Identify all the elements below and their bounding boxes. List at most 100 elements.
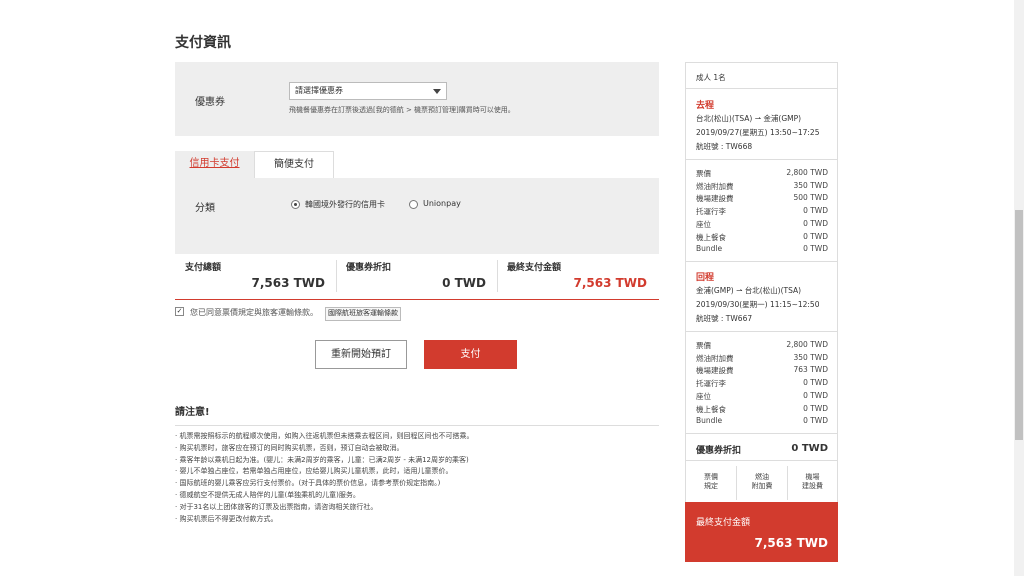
return-fee-label: 票價 — [696, 341, 711, 350]
summary-divider — [497, 260, 498, 292]
tab-easy-pay[interactable]: 簡便支付 — [254, 151, 334, 178]
notice-item: · 德威航空不提供无成人陪伴的儿童(单独乘机的儿童)服务。 — [175, 490, 360, 499]
notice-item: · 机票需按照标示的航程顺次使用，如购入往返机票但未搭乘去程区间，则回程区间也不… — [175, 432, 474, 440]
panel-divider — [686, 460, 837, 461]
panel-coupon-label: 優惠券折扣 — [696, 446, 742, 456]
notice-title: 請注意! — [175, 407, 210, 418]
scrollbar-thumb[interactable] — [1015, 210, 1023, 440]
total-label: 支付總額 — [185, 263, 222, 273]
airport-tax-line2: 建設費 — [802, 482, 823, 490]
restart-booking-button[interactable]: 重新開始預訂 — [315, 340, 407, 369]
summary-underline — [175, 299, 659, 300]
panel-final-value: 7,563 TWD — [754, 536, 828, 550]
outbound-title: 去程 — [696, 101, 715, 111]
return-route: 金浦(GMP) ⇀ 台北(松山)(TSA) — [696, 285, 801, 296]
notice-list: · 机票需按照标示的航程顺次使用，如购入往返机票但未搭乘去程区间，则回程区间也不… — [175, 431, 473, 525]
outbound-fee-value: 0 TWD — [803, 244, 828, 254]
notice-item: · 购买机票时，旅客应在预订的同时购买机票，否则，预订自动会被取消。 — [175, 443, 404, 452]
return-fee-value: 0 TWD — [803, 416, 828, 426]
tab-credit-card[interactable]: 信用卡支付 — [175, 151, 254, 178]
pay-button[interactable]: 支付 — [424, 340, 517, 369]
outbound-fee-value: 500 TWD — [793, 193, 828, 203]
outbound-fee-label: 機場建設費 — [696, 194, 734, 204]
return-fee-label: 機場建設費 — [696, 366, 734, 376]
notice-item: · 婴儿不单独占座位，若需单独占用座位，应给婴儿购买儿童机票，此时，适用儿童票价… — [175, 467, 453, 476]
panel-final-amount — [685, 502, 838, 562]
outbound-to: 金浦(GMP) — [763, 114, 802, 123]
return-fee-label: Bundle — [696, 416, 723, 426]
coupon-discount-value: 0 TWD — [442, 276, 486, 290]
fuel-surcharge-line2: 附加費 — [751, 482, 773, 490]
agree-checkbox[interactable]: ✓ — [175, 307, 184, 316]
outbound-fee-value: 2,800 TWD — [786, 168, 828, 177]
page-title: 支付資訊 — [175, 35, 231, 51]
transport-rules-button[interactable]: 國際航班旅客運輸條款 — [325, 307, 401, 321]
return-fee-label: 燃油附加費 — [696, 353, 734, 363]
outbound-fee-label: 機上餐食 — [696, 232, 726, 242]
return-fee-label: 座位 — [696, 391, 711, 401]
outbound-fee-label: Bundle — [696, 244, 723, 254]
notice-item: · 购买机票后不得更改付款方式。 — [175, 514, 278, 523]
fare-rules-line1: 票價 — [704, 473, 718, 481]
panel-divider — [686, 331, 837, 332]
coupon-note: 飛機餐優惠券在訂票後透過[我的德航 > 機票預訂管理]購買時可以使用。 — [289, 106, 515, 114]
return-fee-value: 0 TWD — [803, 390, 828, 400]
panel-divider — [686, 433, 837, 434]
panel-divider — [686, 261, 837, 262]
tab-easy-pay-label: 簡便支付 — [274, 159, 314, 170]
return-flight: 航班號 : TW667 — [696, 314, 753, 323]
arrow-right-icon: ⇀ — [754, 114, 762, 123]
final-amount-value: 7,563 TWD — [573, 276, 647, 290]
caret-down-icon — [433, 89, 441, 94]
return-from: 金浦(GMP) — [696, 286, 734, 295]
outbound-fee-label: 座位 — [696, 219, 711, 229]
panel-divider — [686, 88, 837, 89]
return-to: 台北(松山)(TSA) — [744, 286, 802, 295]
outbound-fee-label: 燃油附加費 — [696, 181, 734, 191]
return-fee-label: 機上餐食 — [696, 404, 726, 414]
passenger-count: 成人 1名 — [696, 73, 726, 82]
coupon-select-value: 請選擇優惠券 — [295, 86, 343, 95]
method-label: 分類 — [195, 203, 215, 214]
return-fee-value: 0 TWD — [803, 403, 828, 413]
outbound-fee-value: 0 TWD — [803, 206, 828, 216]
return-fee-label: 托運行李 — [696, 379, 726, 389]
panel-final-label: 最終支付金額 — [696, 518, 751, 528]
fuel-surcharge-cell[interactable]: 燃油 附加費 — [737, 473, 787, 491]
coupon-select[interactable]: 請選擇優惠券 — [289, 82, 447, 100]
notice-divider — [175, 425, 659, 426]
outbound-fee-value: 350 TWD — [793, 180, 828, 190]
radio-overseas-card-label[interactable]: 韓國境外發行的信用卡 — [305, 199, 385, 210]
panel-divider — [686, 159, 837, 160]
outbound-fee-label: 托運行李 — [696, 207, 726, 217]
panel-coupon-value: 0 TWD — [791, 443, 828, 454]
outbound-fee-value: 0 TWD — [803, 218, 828, 228]
outbound-flight: 航班號 : TW668 — [696, 142, 753, 151]
outbound-datetime: 2019/09/27(星期五) 13:50~17:25 — [696, 128, 820, 137]
tab-credit-card-label: 信用卡支付 — [189, 158, 240, 169]
notice-item: · 乘客年龄以乘机日起为准。(婴儿：未满2周岁的乘客，儿童：已满2周岁 - 未满… — [175, 455, 469, 464]
arrow-right-icon: ⇀ — [736, 286, 743, 295]
outbound-fee-label: 票價 — [696, 169, 711, 178]
airport-tax-line1: 機場 — [805, 473, 820, 481]
fuel-surcharge-line1: 燃油 — [755, 473, 769, 481]
airport-tax-cell[interactable]: 機場 建設費 — [788, 473, 837, 491]
outbound-route: 台北(松山)(TSA) ⇀ 金浦(GMP) — [696, 113, 801, 124]
fare-rules-line2: 規定 — [704, 482, 718, 490]
summary-divider — [336, 260, 337, 292]
radio-unionpay[interactable] — [409, 200, 418, 209]
agree-text: 您已同意票價規定與旅客運輸條款。 — [190, 308, 318, 317]
outbound-from: 台北(松山)(TSA) — [696, 114, 753, 123]
radio-unionpay-label[interactable]: Unionpay — [423, 199, 461, 208]
return-fee-value: 2,800 TWD — [786, 340, 828, 349]
coupon-label: 優惠券 — [195, 97, 225, 108]
notice-item: · 对于31名以上团体旅客的订票及出票指南，请咨询相关旅行社。 — [175, 502, 378, 511]
radio-overseas-card[interactable] — [291, 200, 300, 209]
coupon-discount-label: 優惠券折扣 — [346, 263, 392, 273]
outbound-fee-value: 0 TWD — [803, 231, 828, 241]
payment-method-section — [175, 178, 659, 254]
fare-rules-cell[interactable]: 票價 規定 — [686, 473, 736, 491]
notice-item: · 国际航班的婴儿乘客应另行支付票价。(对于具体的票价信息，请参考票价规定指南。… — [175, 479, 441, 488]
return-fee-value: 763 TWD — [793, 365, 828, 375]
return-datetime: 2019/09/30(星期一) 11:15~12:50 — [696, 300, 820, 309]
